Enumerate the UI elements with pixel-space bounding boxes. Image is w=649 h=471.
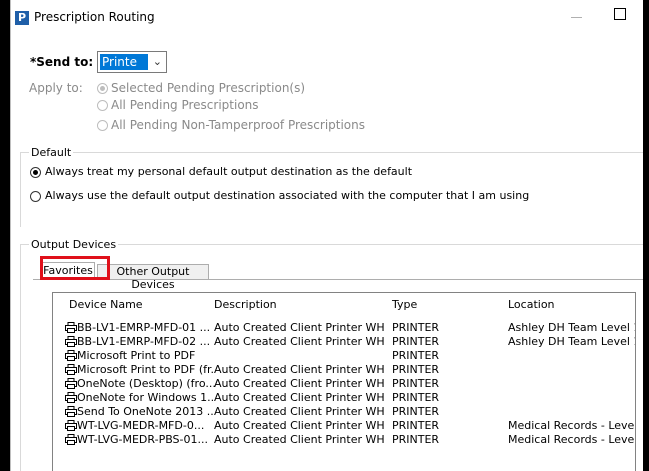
- table-row[interactable]: OneNote for Windows 1... Auto Created Cl…: [53, 391, 635, 405]
- output-devices-title: Output Devices: [29, 238, 119, 251]
- printer-icon: [65, 420, 77, 431]
- apply-selected-label: Selected Pending Prescription(s): [111, 81, 306, 95]
- default-group-border: [20, 152, 21, 227]
- device-description: Auto Created Client Printer WH14...: [214, 405, 384, 418]
- device-description: Auto Created Client Printer WH14...: [214, 433, 384, 446]
- table-row[interactable]: BB-LV1-EMRP-MFD-02 ... Auto Created Clie…: [53, 335, 636, 349]
- default-computer-label: Always use the default output destinatio…: [45, 189, 530, 202]
- device-description: Auto Created Client Printer WH14...: [214, 335, 384, 348]
- device-type: PRINTER: [392, 377, 440, 390]
- printer-icon: [65, 406, 77, 417]
- device-type: PRINTER: [392, 321, 440, 334]
- apply-non-tamperproof-label: All Pending Non-Tamperproof Prescription…: [111, 118, 366, 132]
- device-description: Auto Created Client Printer WH14...: [214, 321, 384, 334]
- output-devices-border: [20, 244, 21, 471]
- app-logo-icon: P: [15, 11, 29, 25]
- output-devices-tabs: Favorites Other Output Devices: [33, 259, 643, 291]
- device-name: Microsoft Print to PDF (fr...: [77, 363, 215, 376]
- table-row[interactable]: WT-LVG-MEDR-MFD-0... Auto Created Client…: [53, 419, 636, 433]
- device-description: Auto Created Client Printer WH14...: [214, 419, 384, 432]
- default-personal-label: Always treat my personal default output …: [45, 165, 413, 178]
- device-name: BB-LV1-EMRP-MFD-02 ...: [77, 335, 211, 348]
- device-type: PRINTER: [392, 433, 440, 446]
- apply-selected-radio[interactable]: [97, 83, 108, 94]
- default-computer-radio[interactable]: [30, 191, 41, 202]
- tab-panel-border: [33, 279, 643, 280]
- device-name: OneNote for Windows 1...: [77, 391, 215, 404]
- device-name: BB-LV1-EMRP-MFD-01 ...: [77, 321, 211, 334]
- device-name: WT-LVG-MEDR-MFD-0...: [77, 419, 205, 432]
- device-type: PRINTER: [392, 363, 440, 376]
- device-type: PRINTER: [392, 405, 440, 418]
- device-name: WT-LVG-MEDR-PBS-01...: [77, 433, 208, 446]
- printer-icon: [65, 378, 77, 389]
- apply-all-label: All Pending Prescriptions: [111, 98, 259, 112]
- favorites-tab-highlight: [40, 256, 110, 280]
- column-header-type[interactable]: Type: [392, 298, 417, 311]
- device-description: Auto Created Client Printer WH14...: [214, 363, 384, 376]
- table-row[interactable]: BB-LV1-EMRP-MFD-01 ... Auto Created Clie…: [53, 321, 636, 335]
- minimize-button[interactable]: [571, 6, 583, 18]
- printer-icon: [65, 392, 77, 403]
- default-personal-radio[interactable]: [30, 167, 41, 178]
- device-location: Medical Records - Level Grou: [508, 433, 636, 446]
- device-location: Medical Records - Level Grou: [508, 419, 636, 432]
- send-to-value: Printe: [100, 54, 148, 70]
- device-type: PRINTER: [392, 391, 440, 404]
- send-to-select[interactable]: Printe ⌄: [97, 51, 167, 73]
- apply-to-label: Apply to:: [29, 81, 83, 95]
- device-type: PRINTER: [392, 419, 440, 432]
- apply-non-tamperproof-radio[interactable]: [97, 120, 108, 131]
- device-description: Auto Created Client Printer WH14...: [214, 377, 384, 390]
- device-description: Auto Created Client Printer WH14...: [214, 391, 384, 404]
- default-group-title: Default: [29, 146, 74, 159]
- tab-other-output-devices[interactable]: Other Output Devices: [97, 264, 209, 291]
- table-row[interactable]: Microsoft Print to PDF PRINTER: [53, 349, 635, 363]
- default-group-divider: [20, 152, 643, 153]
- column-header-location[interactable]: Location: [508, 298, 555, 311]
- device-type: PRINTER: [392, 349, 440, 362]
- table-row[interactable]: Microsoft Print to PDF (fr... Auto Creat…: [53, 363, 635, 377]
- chevron-down-icon: ⌄: [152, 55, 162, 68]
- device-list[interactable]: Device Name Description Type Location BB…: [52, 292, 636, 471]
- table-row[interactable]: OneNote (Desktop) (fro... Auto Created C…: [53, 377, 635, 391]
- maximize-button[interactable]: [614, 8, 626, 20]
- window-title: Prescription Routing: [34, 10, 155, 24]
- device-name: OneNote (Desktop) (fro...: [77, 377, 215, 390]
- prescription-routing-window: P Prescription Routing *Send to: Printe …: [10, 0, 643, 471]
- device-location: Ashley DH Team Level 1: [508, 321, 636, 334]
- printer-icon: [65, 434, 77, 445]
- printer-icon: [65, 322, 77, 333]
- send-to-label: *Send to:: [30, 55, 94, 69]
- column-header-description[interactable]: Description: [214, 298, 277, 311]
- table-row[interactable]: WT-LVG-MEDR-PBS-01... Auto Created Clien…: [53, 433, 636, 447]
- device-name: Send To OneNote 2013 ...: [77, 405, 215, 418]
- device-name: Microsoft Print to PDF: [77, 349, 196, 362]
- apply-all-radio[interactable]: [97, 100, 108, 111]
- device-type: PRINTER: [392, 335, 440, 348]
- printer-icon: [65, 336, 77, 347]
- device-location: Ashley DH Team Level 1: [508, 335, 636, 348]
- column-header-device-name[interactable]: Device Name: [69, 298, 143, 311]
- printer-icon: [65, 350, 77, 361]
- title-bar: P Prescription Routing: [11, 0, 643, 34]
- printer-icon: [65, 364, 77, 375]
- table-row[interactable]: Send To OneNote 2013 ... Auto Created Cl…: [53, 405, 635, 419]
